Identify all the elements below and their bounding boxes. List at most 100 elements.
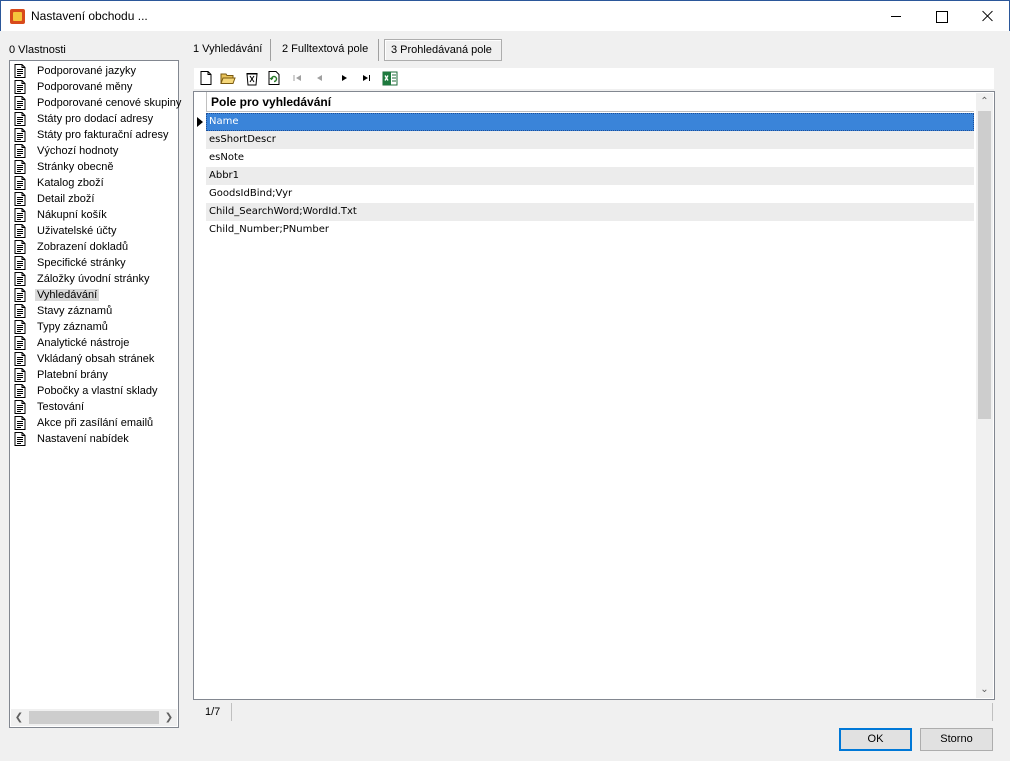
- table-row[interactable]: Child_Number;PNumber: [206, 221, 974, 239]
- table-row[interactable]: esShortDescr: [206, 131, 974, 149]
- last-record-icon[interactable]: [358, 70, 374, 86]
- document-icon: [14, 144, 26, 158]
- scroll-right-icon[interactable]: ❯: [163, 711, 175, 724]
- tree-item-label: Podporované cenové skupiny: [37, 97, 182, 109]
- document-icon: [14, 368, 26, 382]
- tree-item[interactable]: Záložky úvodní stránky: [14, 271, 152, 287]
- tree-item-label: Testování: [37, 401, 85, 413]
- close-button[interactable]: [965, 1, 1010, 31]
- status-divider: [231, 703, 232, 721]
- tree-item-label: Vkládaný obsah stránek: [37, 353, 155, 365]
- document-icon: [14, 192, 26, 206]
- document-icon: [14, 352, 26, 366]
- tree-item-label: Pobočky a vlastní sklady: [37, 385, 158, 397]
- tree-item[interactable]: Detail zboží: [14, 191, 96, 207]
- app-icon: [10, 9, 25, 24]
- scroll-down-icon[interactable]: ⌄: [979, 684, 990, 695]
- table-row[interactable]: esNote: [206, 149, 974, 167]
- document-icon: [14, 336, 26, 350]
- tab-divider: [270, 39, 271, 61]
- tree-item[interactable]: Nákupní košík: [14, 207, 109, 223]
- refresh-icon[interactable]: [266, 70, 282, 86]
- new-icon[interactable]: [198, 70, 214, 86]
- tree-item[interactable]: Zobrazení dokladů: [14, 239, 130, 255]
- excel-export-icon[interactable]: [382, 70, 398, 86]
- table-row[interactable]: GoodsIdBind;Vyr: [206, 185, 974, 203]
- document-icon: [14, 272, 26, 286]
- tab-fulltext-fields[interactable]: 2 Fulltextová pole: [282, 38, 368, 61]
- tree-item[interactable]: Akce při zasílání emailů: [14, 415, 155, 431]
- first-record-icon[interactable]: [290, 70, 306, 86]
- document-icon: [14, 240, 26, 254]
- tree-item[interactable]: Podporované měny: [14, 79, 134, 95]
- column-header[interactable]: Pole pro vyhledávání: [206, 92, 974, 112]
- tree-item[interactable]: Analytické nástroje: [14, 335, 131, 351]
- document-icon: [14, 96, 26, 110]
- document-icon: [14, 208, 26, 222]
- tree-item[interactable]: Vkládaný obsah stránek: [14, 351, 156, 367]
- maximize-button[interactable]: [919, 1, 965, 31]
- search-fields-grid[interactable]: Pole pro vyhledávání Name esShortDescr esN…: [193, 91, 995, 700]
- tab-divider: [378, 39, 379, 61]
- properties-tree[interactable]: Podporované jazyky Podporované měny Podpor…: [9, 60, 181, 728]
- tree-item[interactable]: Stavy záznamů: [14, 303, 114, 319]
- tree-item[interactable]: Pobočky a vlastní sklady: [14, 383, 159, 399]
- tree-item[interactable]: Testování: [14, 399, 86, 415]
- table-row[interactable]: Name: [206, 113, 974, 131]
- table-row[interactable]: Abbr1: [206, 167, 974, 185]
- tree-item[interactable]: Specifické stránky: [14, 255, 128, 271]
- properties-label: 0 Vlastnosti: [9, 44, 66, 56]
- tree-item-label: Státy pro dodací adresy: [37, 113, 154, 125]
- document-icon: [14, 416, 26, 430]
- tree-item-label: Podporované jazyky: [37, 65, 137, 77]
- tree-item[interactable]: Vyhledávání: [14, 287, 100, 303]
- vertical-scrollbar[interactable]: ⌃ ⌄: [976, 93, 993, 698]
- tree-item[interactable]: Státy pro dodací adresy: [14, 111, 155, 127]
- open-folder-icon[interactable]: [220, 70, 236, 86]
- tree-item-label: Stavy záznamů: [37, 305, 113, 317]
- tree-item-label: Uživatelské účty: [37, 225, 117, 237]
- record-position: 1/7: [205, 706, 221, 718]
- document-icon: [14, 160, 26, 174]
- tree-item[interactable]: Stránky obecně: [14, 159, 115, 175]
- tree-item-label: Typy záznamů: [37, 321, 108, 333]
- toolbar: [194, 68, 994, 89]
- delete-icon[interactable]: [244, 70, 260, 86]
- tree-item-label: Zobrazení dokladů: [37, 241, 129, 253]
- previous-record-icon[interactable]: [312, 70, 328, 86]
- tree-item[interactable]: Uživatelské účty: [14, 223, 118, 239]
- tree-item[interactable]: Podporované jazyky: [14, 63, 138, 79]
- column-header-label: Pole pro vyhledávání: [211, 95, 332, 109]
- tree-item-label: Nákupní košík: [37, 209, 107, 221]
- scroll-left-icon[interactable]: ❮: [13, 711, 25, 724]
- tree-item[interactable]: Státy pro fakturační adresy: [14, 127, 170, 143]
- document-icon: [14, 128, 26, 142]
- tree-item[interactable]: Výchozí hodnoty: [14, 143, 120, 159]
- tree-item[interactable]: Podporované cenové skupiny: [14, 95, 183, 111]
- tree-item-label: Vyhledávání: [35, 289, 100, 301]
- horizontal-scrollbar[interactable]: ❮ ❯: [11, 709, 177, 726]
- status-divider: [992, 703, 993, 721]
- tree-item[interactable]: Nastavení nabídek: [14, 431, 131, 447]
- next-record-icon[interactable]: [336, 70, 352, 86]
- tab-searched-fields[interactable]: 3 Prohledávaná pole: [384, 39, 502, 61]
- scroll-up-icon[interactable]: ⌃: [979, 96, 990, 107]
- cancel-button[interactable]: Storno: [920, 728, 993, 751]
- ok-button[interactable]: OK: [839, 728, 912, 751]
- document-icon: [14, 400, 26, 414]
- scrollbar-thumb[interactable]: [978, 111, 991, 419]
- minimize-button[interactable]: [873, 1, 919, 31]
- tree-item[interactable]: Typy záznamů: [14, 319, 110, 335]
- tree-item[interactable]: Platební brány: [14, 367, 110, 383]
- tab-search[interactable]: 1 Vyhledávání: [193, 38, 262, 61]
- row-indicator-column: [194, 112, 206, 238]
- document-icon: [14, 176, 26, 190]
- status-bar: 1/7: [193, 703, 995, 721]
- tree-item[interactable]: Katalog zboží: [14, 175, 106, 191]
- document-icon: [14, 80, 26, 94]
- document-icon: [14, 384, 26, 398]
- scrollbar-thumb[interactable]: [29, 711, 159, 724]
- tree-item-label: Detail zboží: [37, 193, 95, 205]
- table-row[interactable]: Child_SearchWord;WordId.Txt: [206, 203, 974, 221]
- tree-item-label: Podporované měny: [37, 81, 133, 93]
